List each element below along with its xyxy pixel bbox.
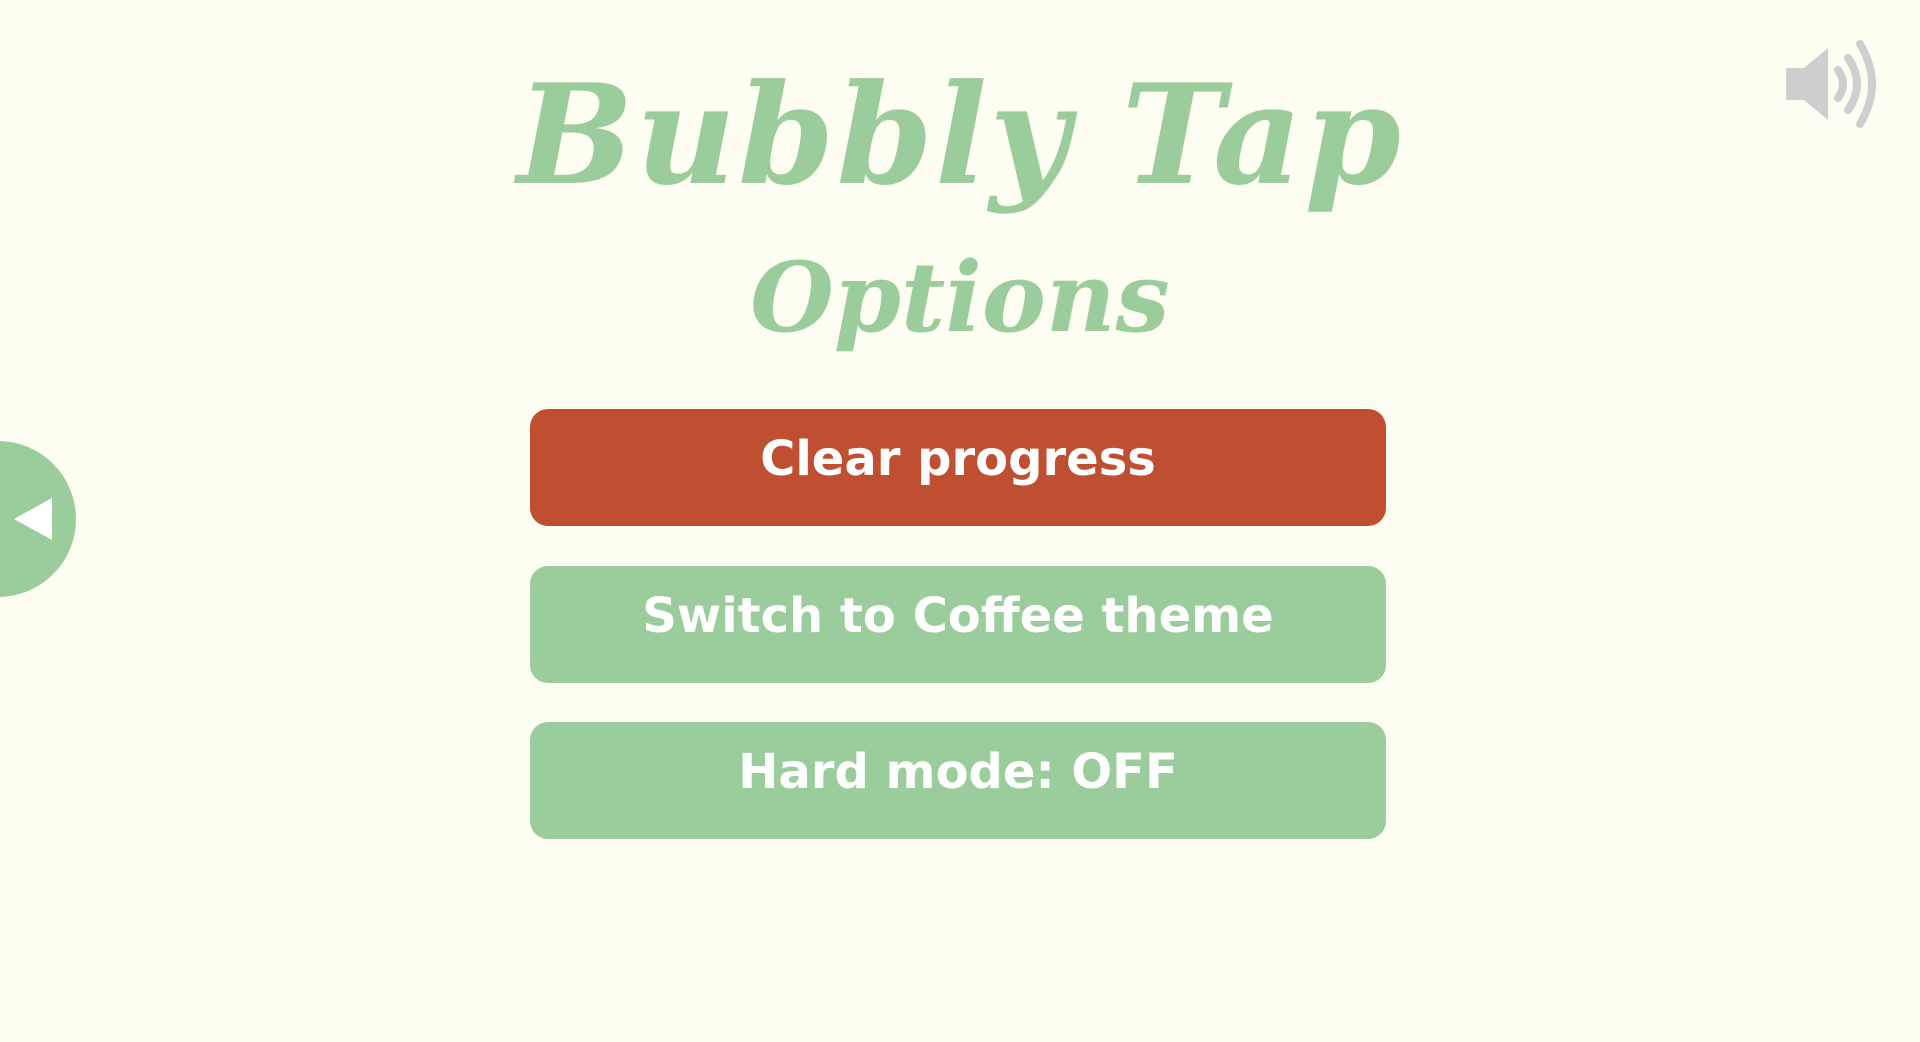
screen-title: Options (750, 241, 1170, 354)
back-button[interactable] (0, 441, 76, 597)
switch-theme-button[interactable]: Switch to Coffee theme (530, 566, 1386, 683)
game-title: Bubbly Tap (516, 53, 1403, 216)
sound-toggle-button[interactable] (1782, 34, 1882, 134)
speaker-volume-icon (1786, 40, 1876, 128)
back-arrow-icon (14, 498, 52, 540)
clear-progress-button[interactable]: Clear progress (530, 409, 1386, 526)
hard-mode-toggle-button[interactable]: Hard mode: OFF (530, 722, 1386, 839)
